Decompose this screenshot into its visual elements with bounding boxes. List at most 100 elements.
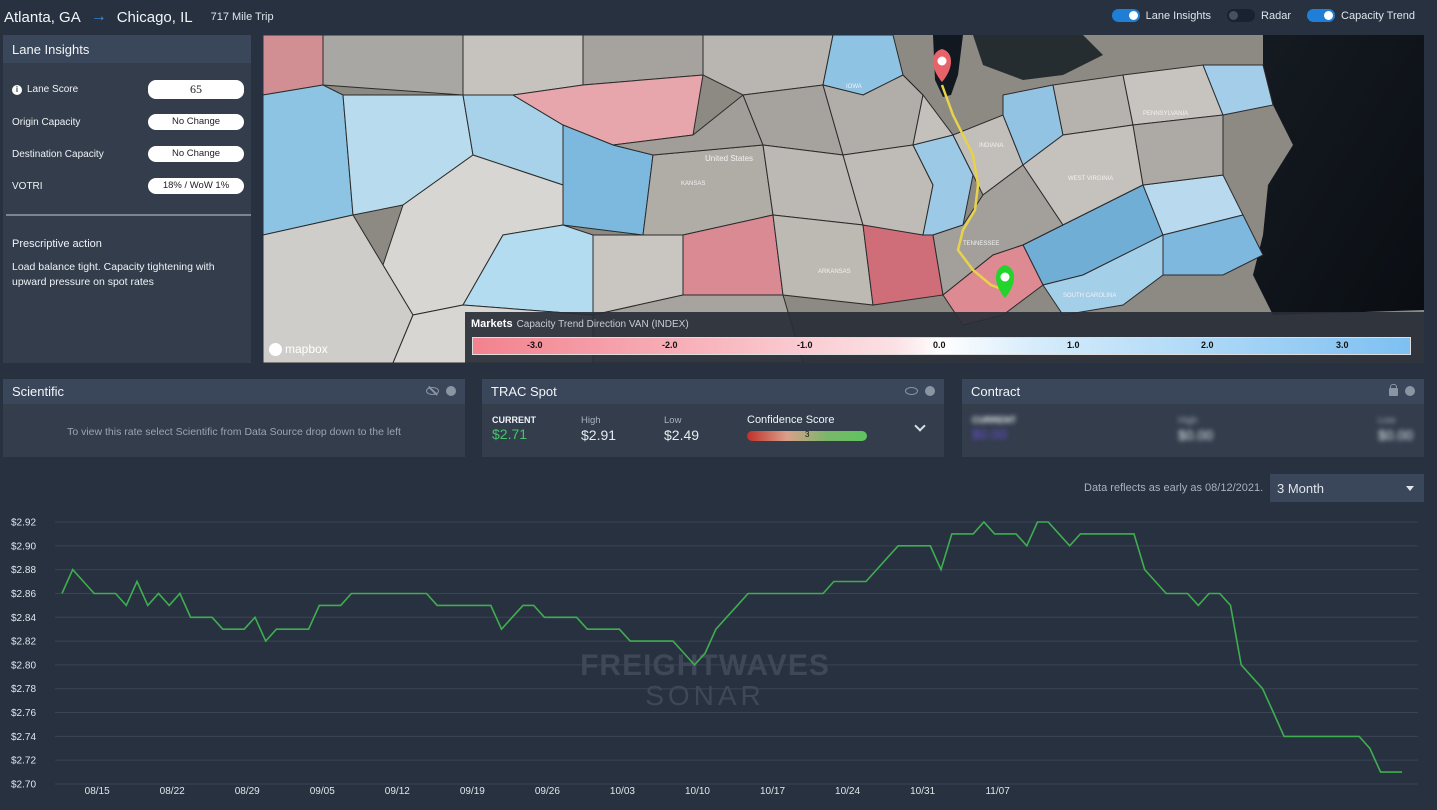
low-label: Low [664,415,682,426]
info-icon[interactable] [1405,386,1415,396]
info-icon[interactable] [925,386,935,396]
info-icon[interactable] [446,386,456,396]
contract-high: High $0.00 [1178,415,1213,443]
card-icons [905,386,935,396]
confidence-label: Confidence Score [747,414,835,426]
map-label-kansas: KANSAS [681,181,705,187]
info-icon[interactable]: i [12,84,22,95]
toggle-switch[interactable] [1111,9,1140,22]
mapbox-logo[interactable]: mapbox [269,342,328,356]
y-tick-label: $2.80 [11,660,36,671]
legend-tick: 0.0 [933,340,946,350]
toggle-label: Radar [1261,9,1292,22]
x-tick-label: 09/26 [535,786,560,797]
low-value: $2.49 [664,427,700,443]
toggle-capacity-trend[interactable]: Capacity Trend [1307,9,1415,22]
eye-icon[interactable] [905,387,918,395]
y-tick-label: $2.90 [11,541,36,552]
spot-rate-chart[interactable]: FREIGHTWAVES SONAR $2.92$2.90$2.88$2.86$… [0,510,1437,810]
panel-title: Lane Insights [3,35,251,63]
atlantic-ocean [1253,35,1424,315]
x-tick-label: 09/19 [460,786,485,797]
card-title: TRAC Spot [482,379,944,404]
origin-capacity-value: No Change [148,114,244,130]
range-select[interactable]: 3 Month [1270,474,1424,502]
x-tick-label: 10/10 [685,786,710,797]
lane-score-row: i Lane Score 65 [12,79,244,99]
capacity-map[interactable]: United States KANSAS ARKANSAS IOWA INDIA… [263,35,1424,363]
destination-capacity-row: Destination Capacity No Change [12,144,244,164]
contract-low: Low $0.00 [1378,415,1413,443]
lane-score-value: 65 [148,79,244,99]
confidence-bar: 3 [747,430,867,441]
arrow-right-icon: → [90,8,107,25]
low-value: $0.00 [1378,427,1414,443]
legend-title: Markets Capacity Trend Direction VAN (IND… [471,318,689,330]
prescriptive-title: Prescriptive action [12,238,102,250]
x-tick-label: 10/17 [760,786,785,797]
map-label-iowa: IOWA [846,84,862,90]
map-label-west-virginia: WEST VIRGINIA [1068,176,1113,182]
current-value: $2.71 [492,426,528,442]
card-icons [426,386,456,396]
lane-score-label-wrap: i Lane Score [12,84,78,95]
eye-off-icon[interactable] [426,387,439,395]
x-tick-label: 08/29 [235,786,260,797]
legend-tick: 2.0 [1201,340,1214,350]
chevron-down-icon[interactable] [914,420,926,432]
trac-current: CURRENT $2.71 [492,415,536,442]
x-tick-label: 10/31 [910,786,935,797]
map-label-us: United States [705,154,753,163]
y-tick-label: $2.88 [11,565,36,576]
votri-label: VOTRI [12,180,43,192]
scientific-card: Scientific To view this rate select Scie… [3,379,465,457]
confidence-value: 3 [805,430,810,439]
y-tick-label: $2.92 [11,518,36,529]
y-tick-label: $2.76 [11,708,36,719]
card-title: Scientific [3,379,465,404]
legend-tick: -3.0 [527,340,543,350]
toggle-label: Lane Insights [1145,9,1212,22]
legend-tick: 3.0 [1336,340,1349,350]
scientific-message: To view this rate select Scientific from… [67,426,401,438]
high-label: High [581,415,601,426]
y-axis: $2.92 $2.90 $2.88 $2.86 $2.84 $2.82 $2.80 $2.78… [11,518,36,791]
high-label: High [1178,415,1198,426]
trac-high: High $2.91 [581,415,616,443]
map-label-tennessee: TENNESSEE [963,241,999,247]
mapbox-icon [269,342,282,356]
map-legend: Markets Capacity Trend Direction VAN (IND… [465,312,1424,363]
high-value: $2.91 [581,427,617,443]
y-tick-label: $2.82 [11,637,36,648]
top-bar: Atlanta, GA → Chicago, IL 717 Mile Trip … [0,0,1437,34]
toggle-label: Capacity Trend [1341,9,1415,22]
lock-icon[interactable] [1389,384,1398,396]
current-value: $0.00 [972,426,1008,442]
range-selected: 3 Month [1277,481,1324,496]
origin-capacity-label: Origin Capacity [12,116,81,128]
x-tick-label: 09/05 [310,786,335,797]
map-label-south-carolina: SOUTH CAROLINA [1063,293,1116,299]
toggle-switch[interactable] [1227,9,1256,22]
legend-tick: -2.0 [662,340,678,350]
y-tick-label: $2.86 [11,589,36,600]
contract-current: CURRENT $0.00 [972,415,1016,442]
x-tick-label: 10/03 [610,786,635,797]
y-tick-label: $2.72 [11,756,36,767]
map-label-pennsylvania: PENNSYLVANIA [1143,111,1188,117]
current-label: CURRENT [492,415,536,425]
mapbox-label: mapbox [285,342,328,356]
toggle-radar[interactable]: Radar [1227,9,1291,22]
lane-insights-panel: Lane Insights i Lane Score 65 Origin Capa… [3,35,251,363]
toggle-lane-insights[interactable]: Lane Insights [1111,9,1212,22]
origin-city: Atlanta, GA [4,8,81,26]
contract-card: Contract CURRENT $0.00 High $0.00 Low $0… [962,379,1424,457]
low-label: Low [1378,415,1396,426]
x-tick-label: 08/22 [160,786,185,797]
destination-capacity-value: No Change [148,146,244,162]
toggle-switch[interactable] [1307,9,1336,22]
high-value: $0.00 [1178,427,1214,443]
x-tick-label: 09/12 [385,786,410,797]
lane-score-label: Lane Score [27,83,79,95]
trac-low: Low $2.49 [664,415,699,443]
